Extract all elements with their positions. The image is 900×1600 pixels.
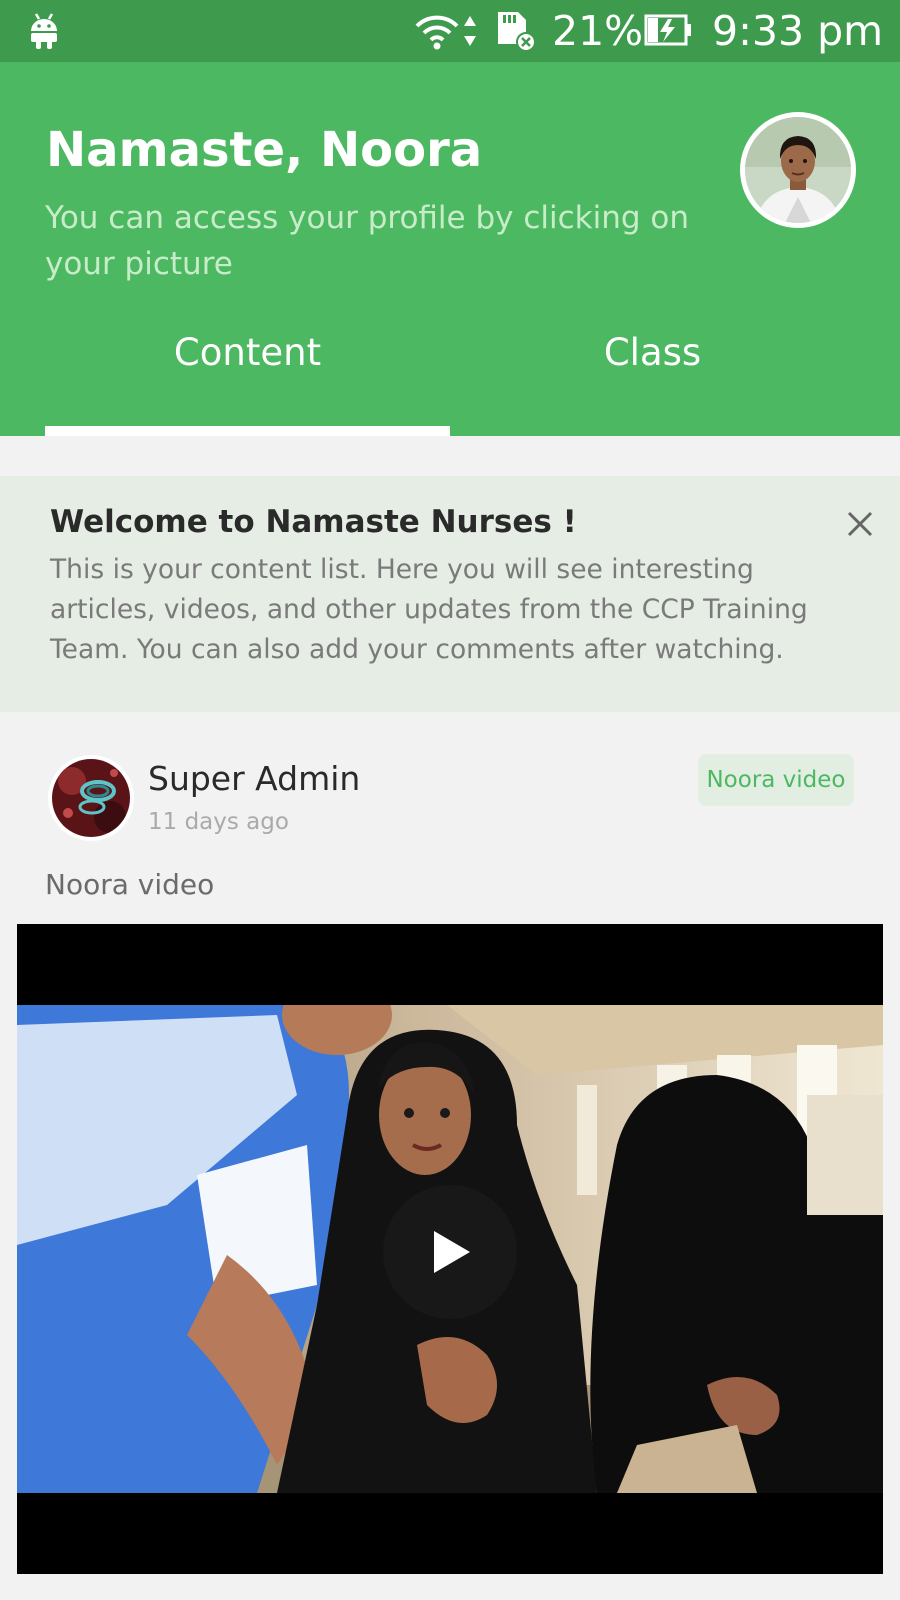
- post-tag-badge[interactable]: Noora video: [698, 754, 854, 806]
- author-photo: [52, 759, 130, 837]
- clock: 9:33 pm: [712, 7, 884, 55]
- tab-class[interactable]: Class: [450, 330, 855, 376]
- welcome-body: This is your content list. Here you will…: [50, 554, 808, 665]
- play-icon: [434, 1231, 470, 1273]
- play-button[interactable]: [383, 1185, 517, 1319]
- welcome-title: Welcome to Namaste Nurses !: [50, 504, 577, 540]
- data-arrows-icon: [464, 16, 476, 46]
- tab-content[interactable]: Content: [45, 330, 450, 376]
- profile-photo: [745, 117, 851, 223]
- post-author-avatar[interactable]: [48, 755, 134, 841]
- battery-charging-icon: [644, 14, 691, 46]
- post-author-name[interactable]: Super Admin: [148, 758, 360, 800]
- status-bar: 21% 9:33 pm: [0, 0, 900, 62]
- battery-percent: 21%: [552, 7, 644, 55]
- android-icon: [31, 13, 57, 49]
- profile-avatar[interactable]: [740, 112, 856, 228]
- sd-card-icon: [498, 12, 536, 52]
- welcome-card: Welcome to Namaste Nurses ! This is your…: [0, 476, 900, 712]
- greeting-subtitle: You can access your profile by clicking …: [45, 200, 690, 282]
- post-caption: Noora video: [45, 868, 215, 901]
- video-player[interactable]: [17, 924, 883, 1574]
- greeting-title: Namaste, Noora: [46, 122, 483, 178]
- close-icon[interactable]: [842, 506, 878, 542]
- wifi-icon: [415, 15, 459, 50]
- tab-indicator: [45, 426, 450, 436]
- post-timestamp: 11 days ago: [148, 809, 289, 835]
- app-header: Namaste, Noora You can access your profi…: [0, 62, 900, 436]
